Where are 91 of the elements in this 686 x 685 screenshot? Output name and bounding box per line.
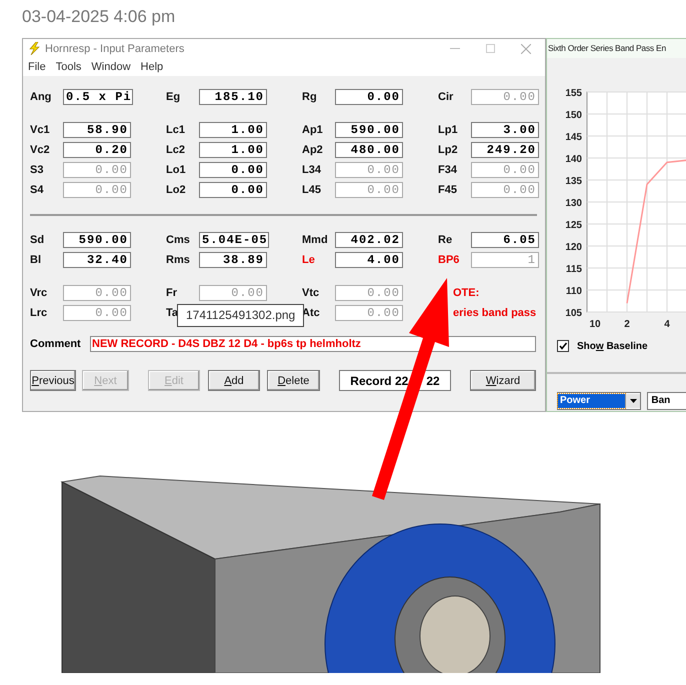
parameter-field[interactable]: 0.00 — [199, 162, 267, 178]
parameter-label: Le — [302, 254, 316, 266]
y-tick-label: 145 — [565, 132, 582, 143]
parameter-label: F45 — [438, 184, 458, 196]
parameter-field[interactable]: 32.40 — [63, 252, 131, 268]
parameter-label: Ap2 — [302, 144, 324, 156]
parameter-label: Cir — [438, 91, 454, 103]
parameter-label: L34 — [302, 164, 322, 176]
parameter-label: Mmd — [302, 234, 329, 246]
parameter-field[interactable]: 1.00 — [199, 122, 267, 138]
parameter-field[interactable]: 185.10 — [199, 89, 267, 105]
maximize-icon[interactable] — [486, 44, 495, 53]
x-tick-label: 10 — [589, 319, 601, 330]
parameter-label: S3 — [30, 164, 44, 176]
parameter-label: Re — [438, 234, 454, 246]
parameter-label: Lo2 — [166, 184, 187, 196]
parameter-field[interactable]: 5.04E-05 — [199, 232, 269, 248]
x-tick-label: 4 — [664, 319, 670, 330]
parameter-label: BP6 — [438, 254, 460, 266]
comment-field[interactable]: NEW RECORD - D4S DBZ 12 D4 - bp6s tp helmholtz — [90, 336, 536, 352]
parameter-label: Rg — [302, 91, 318, 103]
parameter-field[interactable]: 6.05 — [471, 232, 539, 248]
y-tick-label: 110 — [566, 286, 582, 297]
y-tick-label: 150 — [565, 110, 582, 121]
parameter-label: Ang — [30, 91, 52, 103]
parameter-label: Rms — [166, 254, 191, 266]
parameter-label: Lo1 — [166, 164, 187, 176]
close-icon[interactable] — [521, 44, 531, 54]
parameter-label: Cms — [166, 234, 191, 246]
band-dropdown[interactable]: Ban — [647, 392, 686, 410]
parameter-label: Lp2 — [438, 144, 459, 156]
nav-button[interactable]: Previous — [30, 370, 76, 391]
parameter-field[interactable]: 1.00 — [199, 142, 267, 158]
parameter-label: L45 — [302, 184, 322, 196]
filename-tooltip: 1741125491302.png — [177, 304, 304, 327]
parameter-label: Bl — [30, 254, 42, 266]
show-baseline-label[interactable]: Show Baseline — [577, 340, 648, 352]
note-text: OTE: — [452, 287, 480, 299]
parameter-field[interactable]: 249.20 — [471, 142, 539, 158]
parameter-field[interactable]: 0.5 x Pi — [63, 89, 133, 105]
parameter-field[interactable]: 0.20 — [63, 142, 131, 158]
comment-label: Comment — [30, 338, 82, 350]
line-series — [626, 159, 686, 304]
y-tick-label: 140 — [565, 154, 582, 165]
parameter-field[interactable]: 38.89 — [199, 252, 267, 268]
parameter-label: Lc2 — [166, 144, 186, 156]
parameter-field[interactable]: 590.00 — [335, 122, 403, 138]
show-baseline-checkbox[interactable] — [557, 340, 569, 352]
menu-item[interactable]: Tools — [56, 61, 82, 73]
y-tick-label: 135 — [565, 176, 582, 187]
parameter-field[interactable]: 0.00 — [335, 89, 403, 105]
wizard-button[interactable]: Wizard — [470, 370, 536, 391]
parameter-label: Lrc — [30, 307, 48, 319]
y-tick-label: 130 — [565, 198, 582, 209]
parameter-label: Vtc — [302, 287, 320, 299]
parameter-label: Lc1 — [166, 124, 186, 136]
parameter-field[interactable]: 58.90 — [63, 122, 131, 138]
parameter-label: Fr — [166, 287, 178, 299]
menu-item[interactable]: Window — [91, 61, 131, 73]
parameter-label: Sd — [30, 234, 46, 246]
y-tick-label: 155 — [565, 88, 582, 99]
lightning-icon — [28, 42, 40, 55]
parameter-field[interactable]: 0.00 — [199, 182, 267, 198]
nav-button[interactable]: Delete — [267, 370, 320, 391]
parameter-label: Eg — [166, 91, 182, 103]
nav-button[interactable]: Add — [208, 370, 260, 391]
y-tick-label: 120 — [565, 242, 582, 253]
parameter-field[interactable]: 3.00 — [471, 122, 539, 138]
y-tick-label: 115 — [566, 264, 582, 275]
window-title: Hornresp - Input Parameters — [45, 42, 184, 54]
chart-window-title: Sixth Order Series Band Pass En — [547, 39, 686, 58]
x-tick-label: 2 — [624, 319, 630, 330]
parameter-label: Vrc — [30, 287, 48, 299]
parameter-field[interactable]: 590.00 — [63, 232, 131, 248]
menu-item[interactable]: File — [28, 61, 46, 73]
parameter-label: S4 — [30, 184, 44, 196]
note-text: eries band pass — [452, 307, 536, 319]
caret-icon — [630, 399, 637, 403]
parameter-label: Lp1 — [438, 124, 459, 136]
parameter-field[interactable]: 4.00 — [335, 252, 403, 268]
parameter-label: Vc2 — [30, 144, 51, 156]
mode-dropdown[interactable]: Power — [557, 392, 642, 410]
menu-item[interactable]: Help — [140, 61, 164, 73]
parameter-label: F34 — [438, 164, 458, 176]
post-timestamp: 03-04-2025 4:06 pm — [22, 6, 176, 28]
parameter-label: Vc1 — [30, 124, 51, 136]
parameter-field[interactable]: 402.02 — [335, 232, 403, 248]
y-tick-label: 105 — [565, 308, 582, 319]
parameter-field[interactable]: 480.00 — [335, 142, 403, 158]
parameter-label: Ap1 — [302, 124, 324, 136]
y-tick-label: 125 — [565, 220, 582, 231]
